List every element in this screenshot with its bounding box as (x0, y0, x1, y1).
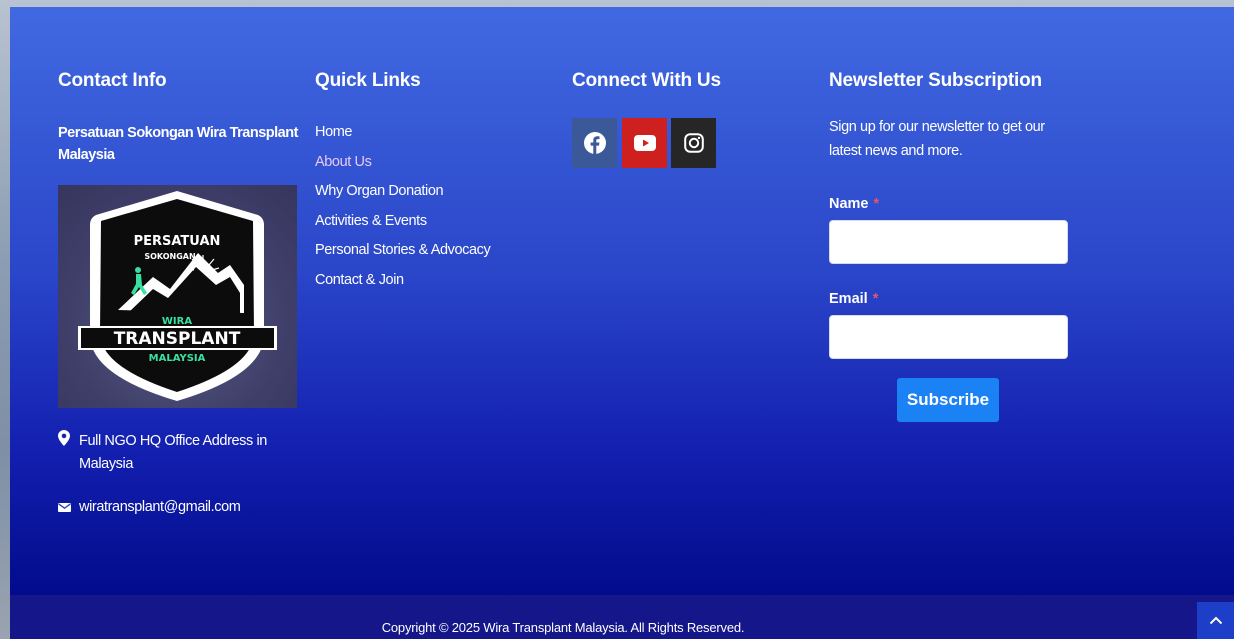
address-text: Full NGO HQ Office Address in Malaysia (79, 433, 267, 472)
youtube-button[interactable] (622, 118, 667, 168)
quick-link-contact-join[interactable]: Contact & Join (315, 272, 404, 288)
logo-mid-text: SOKONGAN (144, 252, 195, 261)
map-marker-icon (58, 430, 72, 454)
name-field-label: Name * (829, 196, 879, 212)
connect-heading: Connect With Us (572, 70, 721, 91)
logo-transplant-text: TRANSPLANT (114, 329, 241, 349)
youtube-icon (633, 135, 656, 151)
email-input[interactable] (829, 315, 1068, 359)
facebook-button[interactable] (572, 118, 617, 168)
quick-links-heading: Quick Links (315, 70, 421, 91)
chevron-up-icon (1209, 616, 1222, 625)
quick-link-home[interactable]: Home (315, 124, 352, 140)
logo-wira-text: WIRA (162, 316, 192, 327)
name-label-text: Name (829, 196, 869, 212)
envelope-icon (58, 498, 72, 521)
instagram-button[interactable] (671, 118, 716, 168)
quick-link-activities-events[interactable]: Activities & Events (315, 213, 427, 229)
facebook-icon (583, 132, 606, 154)
email-link[interactable]: wiratransplant@gmail.com (79, 496, 299, 519)
organization-logo: PERSATUAN SOKONGAN WIRA TRANSPLANT MALAY… (58, 185, 297, 408)
subscribe-button[interactable]: Subscribe (897, 378, 999, 422)
logo-malaysia-text: MALAYSIA (149, 353, 206, 364)
scroll-to-top-button[interactable] (1197, 602, 1234, 639)
organization-name: Persatuan Sokongan Wira Transplant Malay… (58, 125, 298, 163)
quick-link-personal-stories[interactable]: Personal Stories & Advocacy (315, 242, 491, 258)
required-marker: * (873, 196, 880, 212)
contact-info-heading: Contact Info (58, 70, 167, 91)
email-field-label: Email * (829, 291, 878, 307)
copyright-text: Copyright © 2025 Wira Transplant Malaysi… (381, 620, 745, 635)
quick-link-why-organ-donation[interactable]: Why Organ Donation (315, 183, 444, 199)
name-input[interactable] (829, 220, 1068, 264)
logo-top-text: PERSATUAN (134, 234, 221, 249)
newsletter-description: Sign up for our newsletter to get our la… (829, 119, 1045, 159)
newsletter-heading: Newsletter Subscription (829, 70, 1042, 91)
required-marker: * (872, 291, 879, 307)
email-label-text: Email (829, 291, 868, 307)
instagram-icon (683, 133, 704, 153)
quick-link-about-us[interactable]: About Us (315, 154, 372, 170)
